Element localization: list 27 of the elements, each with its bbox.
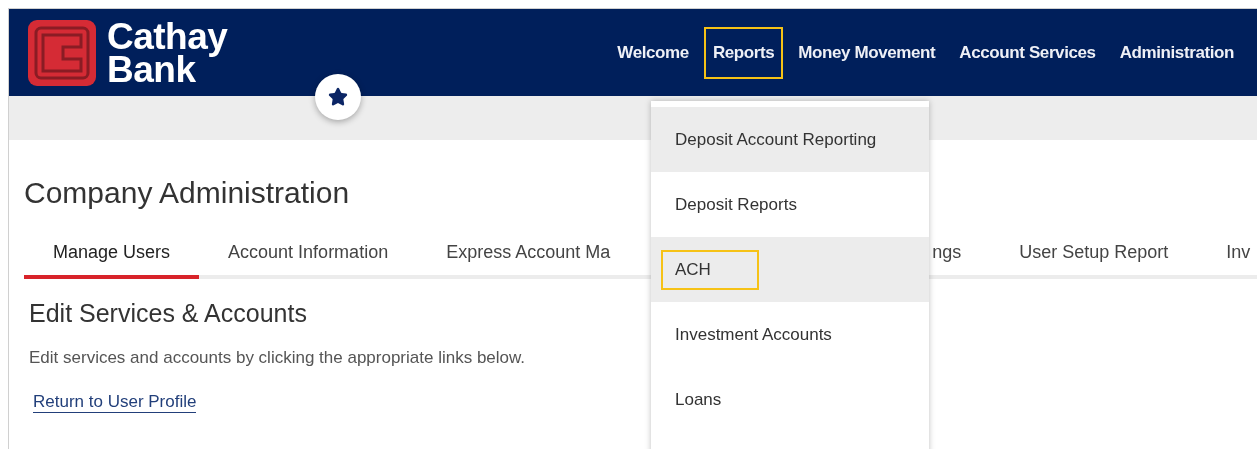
description-text: Edit services and accounts by clicking the appropriate links below.	[29, 348, 527, 368]
nav-link[interactable]: Administration	[1110, 26, 1243, 79]
menu-item[interactable]: Investment Accounts	[651, 302, 929, 367]
star-icon	[328, 87, 348, 107]
menu-item[interactable]: Deposit Account Reporting	[651, 107, 929, 172]
menu-item[interactable]: Deposit Reports	[651, 172, 929, 237]
section-title: Edit Services & Accounts	[29, 299, 308, 328]
nav-link[interactable]: Welcome	[608, 26, 698, 79]
nav-link[interactable]: Account Services	[950, 26, 1105, 79]
logo-icon	[27, 18, 97, 87]
tab[interactable]: Express Account Ma	[417, 232, 640, 279]
tab[interactable]: Manage Users	[24, 232, 200, 279]
page-title: Company Administration	[24, 176, 350, 210]
menu-item-label: Deposit Reports	[674, 193, 798, 216]
tab[interactable]: Account Information	[199, 232, 418, 279]
menu-item[interactable]: ACH	[651, 237, 929, 302]
logo-text: Cathay Bank	[107, 19, 228, 86]
menu-item-label: Loans	[674, 388, 723, 411]
tab[interactable]: Inv	[1197, 232, 1257, 279]
menu-item-label: Deposit Account Reporting	[674, 128, 878, 151]
tab[interactable]: User Setup Report	[990, 232, 1198, 279]
menu-item-label: Investment Accounts	[674, 323, 833, 346]
menu-item-label: ACH	[661, 249, 759, 290]
nav-link[interactable]: Money Movement	[789, 26, 945, 79]
nav-link[interactable]: Reports	[703, 26, 784, 79]
menu-item[interactable]: Loans	[651, 367, 929, 432]
return-link[interactable]: Return to User Profile	[33, 392, 197, 413]
